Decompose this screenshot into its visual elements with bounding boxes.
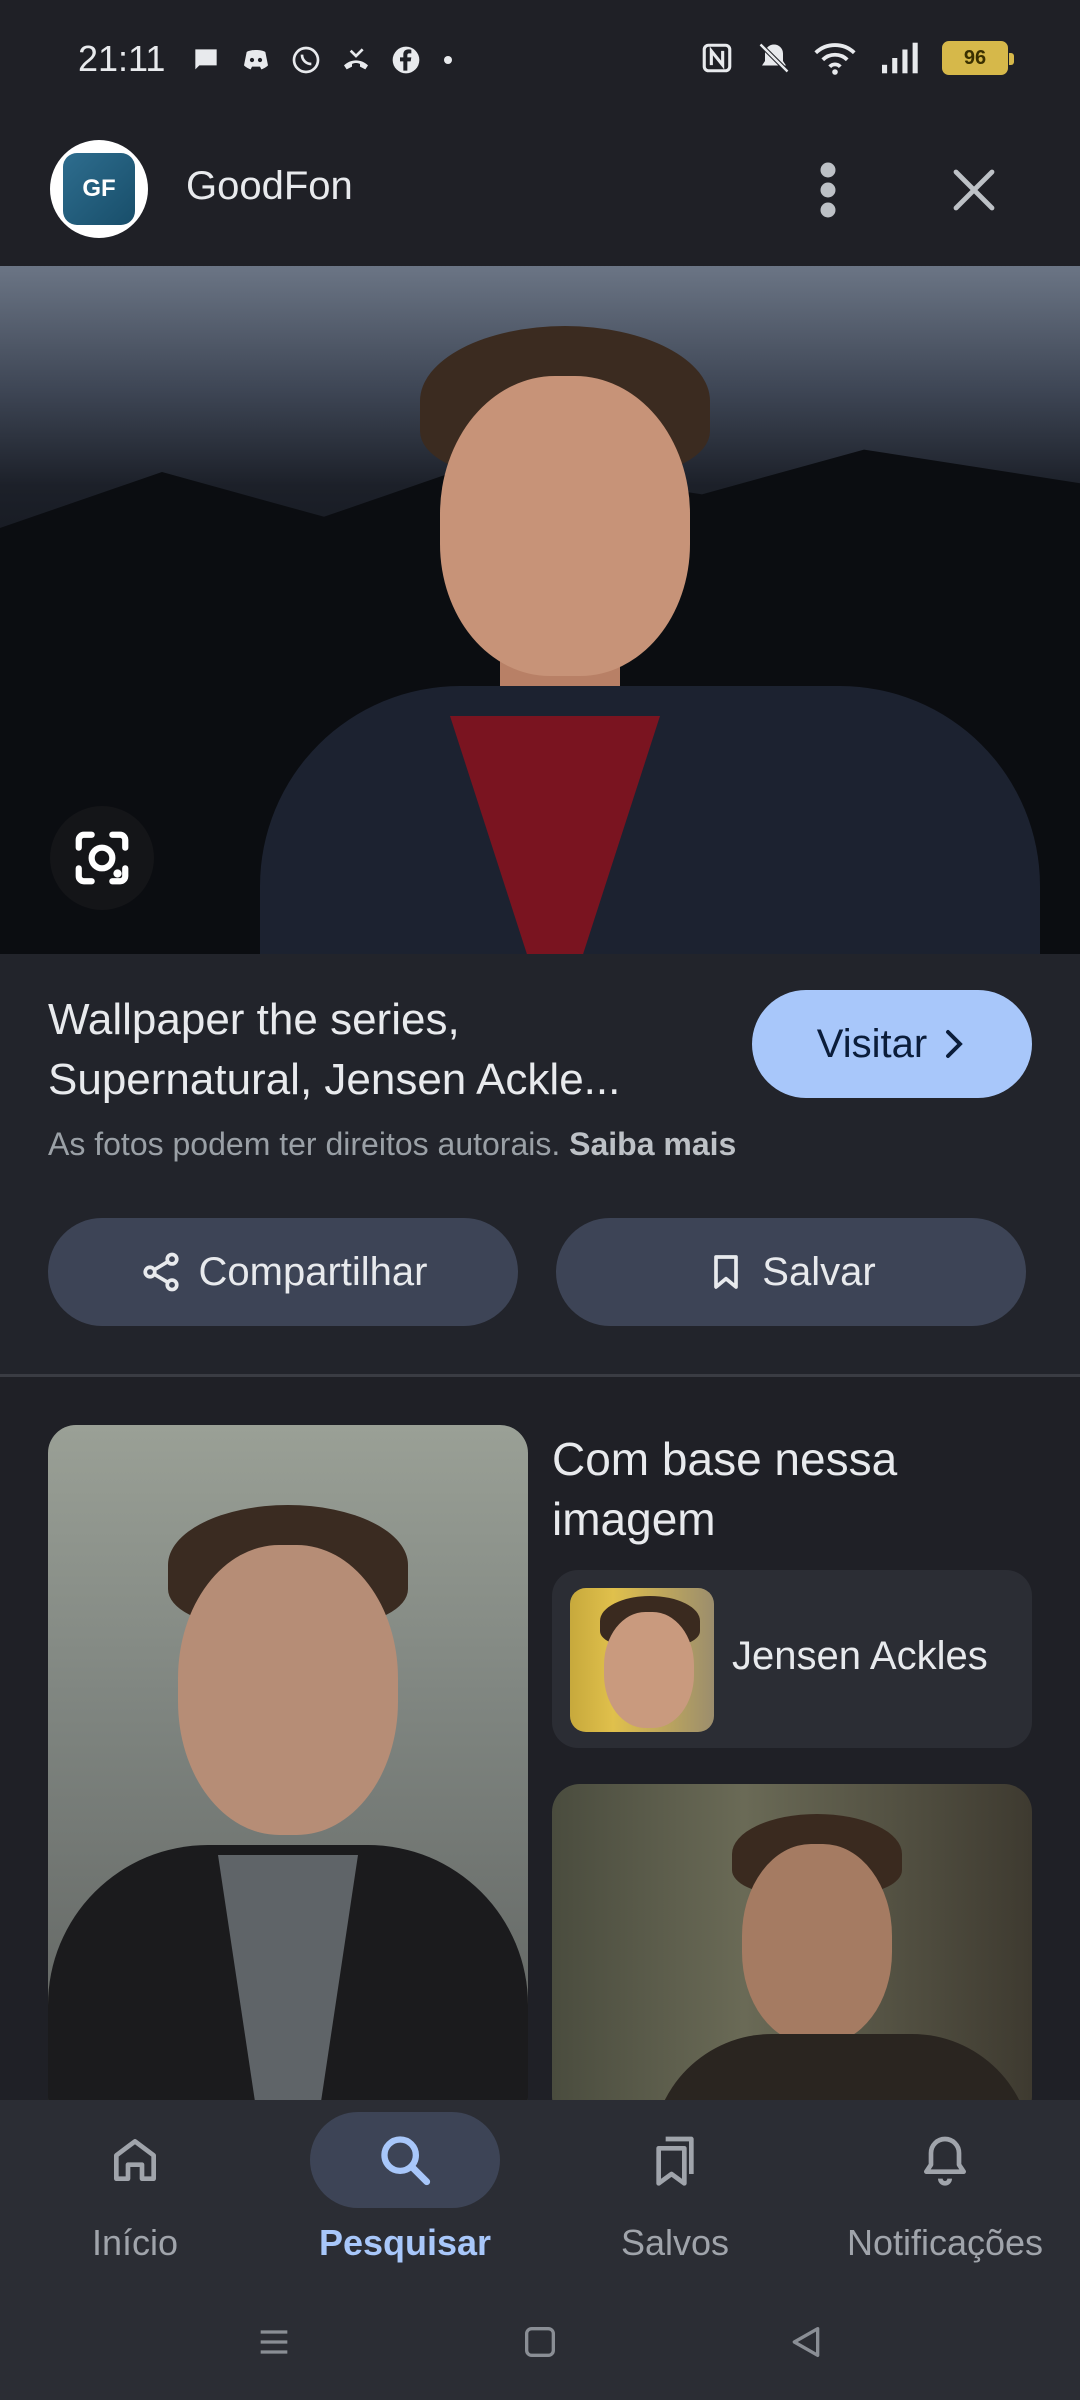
result-title[interactable]: Wallpaper the series, Supernatural, Jens… [48, 990, 728, 1110]
save-button[interactable]: Salvar [556, 1218, 1026, 1326]
entity-card[interactable]: Jensen Ackles [552, 1570, 1032, 1748]
chevron-right-icon [946, 1030, 963, 1058]
recents-button[interactable] [244, 2312, 304, 2372]
visit-button-label: Visitar [816, 1021, 928, 1066]
nav-label: Início [91, 2222, 179, 2263]
person-face [178, 1545, 398, 1835]
nav-pill [580, 2112, 770, 2208]
copyright-notice: As fotos podem ter direitos autorais. Sa… [48, 1126, 736, 1163]
more-vert-icon [820, 162, 836, 218]
share-icon [142, 1252, 179, 1292]
back-button[interactable] [776, 2312, 836, 2372]
bottom-navigation: Início Pesquisar Salvos Notificações [0, 2100, 1080, 2290]
related-image-card[interactable] [48, 1425, 528, 2100]
facebook-icon [392, 46, 420, 74]
status-bar: 21:11 96 [0, 0, 1080, 108]
missed-call-icon [344, 48, 368, 70]
nav-pill [850, 2112, 1040, 2208]
copyright-text: As fotos podem ter direitos autorais. [48, 1126, 561, 1162]
share-button-label: Compartilhar [198, 1249, 428, 1294]
site-logo-text: GF [63, 153, 135, 225]
close-icon [953, 169, 995, 211]
person-face [742, 1844, 892, 2044]
entity-label: Jensen Ackles [732, 1634, 988, 1678]
whatsapp-icon [292, 46, 320, 74]
entity-thumbnail [570, 1588, 714, 1732]
person-jacket [652, 2034, 1032, 2100]
nav-item-search[interactable]: Pesquisar [270, 2100, 540, 2290]
nav-item-saved[interactable]: Salvos [540, 2100, 810, 2290]
system-icons: 96 [700, 40, 1014, 76]
source-header: GF GoodFon [0, 108, 1080, 266]
related-heading: Com base nessa imagem [552, 1433, 898, 1545]
save-button-label: Salvar [762, 1249, 876, 1294]
visit-button[interactable]: Visitar [752, 990, 1032, 1098]
back-triangle-icon [792, 2327, 820, 2357]
related-image-card[interactable] [552, 1784, 1032, 2100]
nav-label: Notificações [846, 2222, 1044, 2263]
saved-icon [656, 2136, 694, 2186]
nav-pill [40, 2112, 230, 2208]
wifi-icon [814, 43, 856, 75]
close-button[interactable] [944, 160, 1004, 220]
related-section: Com base nessa imagem Jensen Ackles [0, 1377, 1080, 2100]
result-info: Wallpaper the series, Supernatural, Jens… [0, 954, 1080, 1374]
site-name[interactable]: GoodFon [186, 164, 353, 209]
person-face [604, 1612, 694, 1728]
person-face [440, 376, 690, 676]
mute-bell-icon [758, 42, 790, 74]
bookmark-icon [714, 1255, 739, 1289]
site-logo[interactable]: GF [50, 140, 148, 238]
search-icon [381, 2136, 431, 2186]
nav-label: Pesquisar [318, 2222, 492, 2263]
discord-icon [244, 50, 268, 70]
lens-icon [75, 831, 129, 885]
battery-level: 96 [963, 46, 987, 69]
result-image[interactable] [0, 266, 1080, 954]
battery-icon: 96 [942, 41, 1014, 75]
nav-label: Salvos [620, 2222, 730, 2263]
home-icon [114, 2139, 157, 2181]
home-button[interactable] [510, 2312, 570, 2372]
signal-icon [882, 42, 918, 74]
menu-lines-icon [260, 2330, 288, 2354]
system-navigation [0, 2290, 1080, 2400]
more-options-button[interactable] [800, 158, 856, 222]
chat-bubble-icon [195, 49, 217, 70]
more-notifications-dot-icon [444, 56, 452, 64]
square-icon [525, 2327, 555, 2357]
nav-item-notifications[interactable]: Notificações [810, 2100, 1080, 2290]
nav-item-home[interactable]: Início [0, 2100, 270, 2290]
status-time: 21:11 [78, 38, 166, 79]
nfc-icon [702, 43, 732, 73]
lens-search-button[interactable] [50, 806, 154, 910]
notification-icons [190, 44, 456, 76]
learn-more-link[interactable]: Saiba mais [569, 1126, 736, 1162]
bell-icon [924, 2136, 966, 2186]
nav-pill [310, 2112, 500, 2208]
share-button[interactable]: Compartilhar [48, 1218, 518, 1326]
